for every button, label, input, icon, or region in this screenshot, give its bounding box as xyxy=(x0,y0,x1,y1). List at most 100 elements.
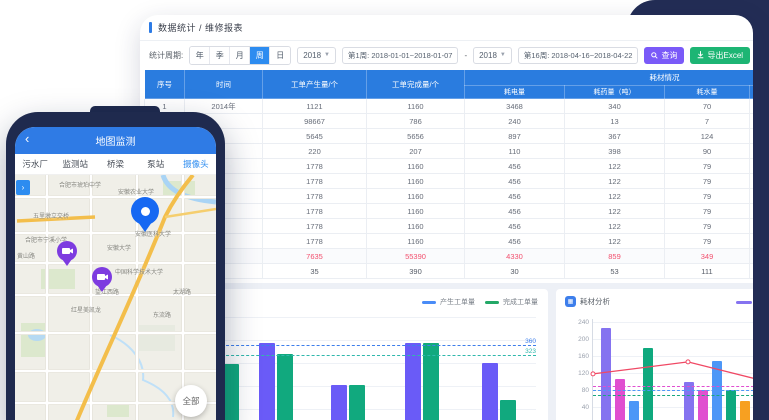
dashboard-card: 数据统计 / 维修报表 统计周期: 年季月周日 2018 ▼ 第1周: 2018… xyxy=(140,15,753,420)
y-axis-tick: 40 xyxy=(582,404,593,411)
table-cell: 79 xyxy=(665,174,750,189)
table-cell: 456 xyxy=(465,189,565,204)
table-cell: 349 xyxy=(665,249,750,264)
table-cell: 33 xyxy=(750,249,754,264)
table-cell: 859 xyxy=(565,249,665,264)
period-option-日[interactable]: 日 xyxy=(270,47,290,64)
table-cell: 456 xyxy=(465,204,565,219)
query-button[interactable]: 查询 xyxy=(644,47,684,64)
workorder-bar-chart: 360323 xyxy=(220,317,536,420)
table-cell: 35 xyxy=(263,264,367,279)
table-cell: 98667 xyxy=(263,114,367,129)
table-cell: 122 xyxy=(565,204,665,219)
table-cell: 5645 xyxy=(263,129,367,144)
table-cell: 367 xyxy=(565,129,665,144)
table-cell: 250 xyxy=(750,99,754,114)
trend-line xyxy=(593,319,753,420)
col-header-completed: 工单完成量/个 xyxy=(367,70,465,99)
table-cell: 456 xyxy=(465,159,565,174)
phone-tab-监测站[interactable]: 监测站 xyxy=(55,158,95,170)
chevron-down-icon: ▼ xyxy=(324,52,330,58)
period-option-季[interactable]: 季 xyxy=(210,47,230,64)
start-week-input[interactable]: 第1周: 2018-01-01~2018-01-07 xyxy=(342,47,458,64)
table-cell: 111 xyxy=(665,264,750,279)
map-all-button[interactable]: 全部 xyxy=(175,385,207,417)
table-cell: 122 xyxy=(565,219,665,234)
table-cell: 67 xyxy=(750,159,754,174)
reference-line: 360 xyxy=(221,345,536,346)
start-year-value: 2018 xyxy=(303,51,321,60)
table-cell: 67 xyxy=(750,204,754,219)
phone-tab-泵站[interactable]: 泵站 xyxy=(136,158,176,170)
filter-bar: 统计周期: 年季月周日 2018 ▼ 第1周: 2018-01-01~2018-… xyxy=(140,41,753,69)
table-cell: 456 xyxy=(465,174,565,189)
period-option-年[interactable]: 年 xyxy=(190,47,210,64)
camera-marker[interactable] xyxy=(57,241,77,271)
bar-generated xyxy=(331,385,347,420)
camera-marker[interactable] xyxy=(92,267,112,297)
bar-generated xyxy=(482,363,498,420)
table-cell: 786 xyxy=(367,114,465,129)
selected-pin-marker[interactable] xyxy=(131,197,159,239)
search-icon xyxy=(651,52,658,59)
phone-mockup: ‹ 地图监测 污水厂监测站桥梁泵站摄像头 xyxy=(6,112,225,420)
back-icon[interactable]: ‹ xyxy=(25,131,29,146)
consumables-bar-chart: 2402001601208040 xyxy=(592,319,753,420)
table-row: 98667786240137690 xyxy=(145,114,754,129)
table-cell: 897 xyxy=(465,129,565,144)
table-cell: 1778 xyxy=(263,204,367,219)
report-table: 序号 时间 工单产生量/个 工单完成量/个 耗材情况 耗电量耗药量（吨）耗水量费… xyxy=(144,69,753,279)
table-cell: 5656 xyxy=(367,129,465,144)
table-cell: 67 xyxy=(750,219,754,234)
phone-tab-桥梁[interactable]: 桥梁 xyxy=(95,158,135,170)
map-expand-button[interactable]: › xyxy=(16,180,30,195)
legend-item[interactable]: 完成工单量 xyxy=(485,297,538,307)
map-label: 安徽农业大学 xyxy=(118,187,154,196)
total-row: 合计763555390433085934933 xyxy=(145,249,754,264)
col-header-index: 序号 xyxy=(145,70,185,99)
chevron-down-icon: ▼ xyxy=(500,52,506,58)
table-cell: 340 xyxy=(565,99,665,114)
table-cell: 456 xyxy=(465,219,565,234)
col-header-time: 时间 xyxy=(185,70,263,99)
table-cell: 79 xyxy=(665,219,750,234)
table-cell: 1778 xyxy=(263,234,367,249)
chart-icon: ▦ xyxy=(565,296,576,307)
start-year-select[interactable]: 2018 ▼ xyxy=(297,47,336,64)
end-week-input[interactable]: 第16周: 2018-04-16~2018-04-22 xyxy=(518,47,639,64)
period-option-周[interactable]: 周 xyxy=(250,47,270,64)
y-axis-tick: 240 xyxy=(578,319,593,326)
table-cell: 1160 xyxy=(367,219,465,234)
legend-item[interactable]: 产生工单量 xyxy=(422,297,475,307)
y-axis-tick: 200 xyxy=(578,336,593,343)
table-cell: 14 xyxy=(750,264,754,279)
phone-screen: ‹ 地图监测 污水厂监测站桥梁泵站摄像头 xyxy=(15,127,216,420)
average-row: 平均值35390305311114 xyxy=(145,264,754,279)
map-label: 五里墩立交桥 xyxy=(33,211,69,220)
phone-tab-摄像头[interactable]: 摄像头 xyxy=(176,158,216,170)
table-cell: 55390 xyxy=(367,249,465,264)
table-cell: 122 xyxy=(565,159,665,174)
y-axis-tick: 80 xyxy=(582,387,593,394)
table-cell: 13 xyxy=(565,114,665,129)
table-cell: 1160 xyxy=(367,189,465,204)
table-cell: 122 xyxy=(565,174,665,189)
table-cell: 53 xyxy=(565,264,665,279)
period-option-月[interactable]: 月 xyxy=(230,47,250,64)
table-cell: 129 xyxy=(750,129,754,144)
map-label: 黄山路 xyxy=(17,251,35,260)
phone-tab-污水厂[interactable]: 污水厂 xyxy=(15,158,55,170)
table-cell: 30 xyxy=(465,264,565,279)
table-body: 12014年1121116034683407025098667786240137… xyxy=(145,99,754,279)
col-subheader: 耗药量（吨） xyxy=(565,86,665,99)
table-cell: 79 xyxy=(665,189,750,204)
end-year-select[interactable]: 2018 ▼ xyxy=(473,47,512,64)
table-cell: 207 xyxy=(367,144,465,159)
download-icon xyxy=(697,51,704,59)
breadcrumb-text: 数据统计 / 维修报表 xyxy=(158,21,243,34)
map-view[interactable]: › 合肥市琥珀中学安徽农业大学五里墩立交桥安徽医科大学合肥市宁溪小学安徽大学黄山… xyxy=(15,175,216,420)
breadcrumb: 数据统计 / 维修报表 xyxy=(140,15,753,41)
export-excel-button[interactable]: 导出Excel xyxy=(690,47,750,64)
table-cell: 1778 xyxy=(263,174,367,189)
table-cell: 1160 xyxy=(367,99,465,114)
